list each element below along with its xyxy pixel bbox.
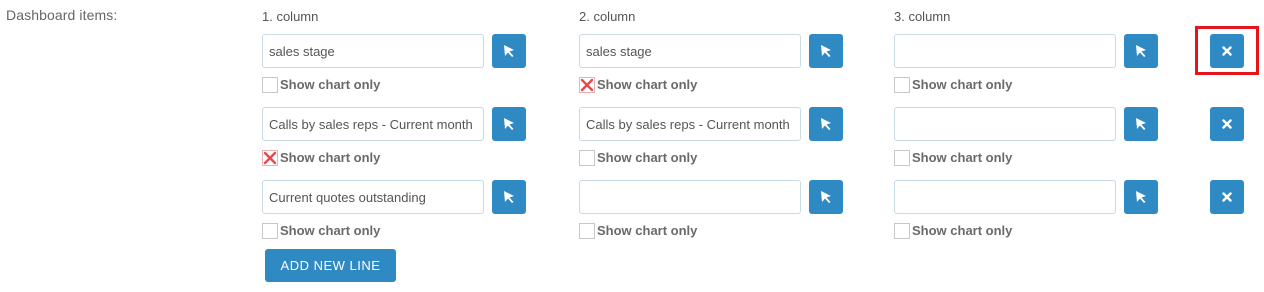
show-chart-only-label: Show chart only [597,77,698,92]
cursor-arrow-icon [1134,44,1148,58]
select-item-button-r3-c2[interactable] [809,180,843,214]
select-item-button-r2-c2[interactable] [809,107,843,141]
show-chart-only-option-r3-c1: Show chart only [262,222,380,239]
column-header-2: 2. column [579,9,636,24]
select-item-button-r1-c3[interactable] [1124,34,1158,68]
close-icon [1222,119,1232,129]
item-input-r3-c1[interactable] [262,180,484,214]
cursor-arrow-icon [819,190,833,204]
show-chart-only-option-r1-c3: Show chart only [894,76,1012,93]
show-chart-only-label: Show chart only [597,223,698,238]
item-input-r3-c2[interactable] [579,180,801,214]
show-chart-only-label: Show chart only [280,77,381,92]
cursor-arrow-icon [502,190,516,204]
show-chart-only-label: Show chart only [597,150,698,165]
show-chart-only-label: Show chart only [912,150,1013,165]
show-chart-only-option-r3-c2: Show chart only [579,222,697,239]
cursor-arrow-icon [1134,190,1148,204]
cursor-arrow-icon [502,44,516,58]
column-header-1: 1. column [262,9,319,24]
item-input-r2-c1[interactable] [262,107,484,141]
show-chart-only-label: Show chart only [912,77,1013,92]
remove-row-button-3[interactable] [1210,180,1244,214]
select-item-button-r3-c3[interactable] [1124,180,1158,214]
show-chart-only-option-r2-c3: Show chart only [894,149,1012,166]
item-input-r2-c3[interactable] [894,107,1116,141]
item-input-r1-c3[interactable] [894,34,1116,68]
cursor-arrow-icon [819,44,833,58]
show-chart-only-label: Show chart only [912,223,1013,238]
item-input-r1-c1[interactable] [262,34,484,68]
cursor-arrow-icon [502,117,516,131]
show-chart-only-option-r2-c2: Show chart only [579,149,697,166]
show-chart-only-checkbox[interactable] [262,149,278,166]
show-chart-only-option-r1-c2: Show chart only [579,76,697,93]
select-item-button-r1-c1[interactable] [492,34,526,68]
show-chart-only-checkbox[interactable] [579,149,595,166]
cursor-arrow-icon [1134,117,1148,131]
show-chart-only-checkbox[interactable] [894,149,910,166]
item-input-r1-c2[interactable] [579,34,801,68]
add-new-line-button[interactable]: ADD NEW LINE [265,249,396,282]
show-chart-only-option-r1-c1: Show chart only [262,76,380,93]
show-chart-only-checkbox[interactable] [579,222,595,239]
dashboard-items-form: Dashboard items: 1. column 2. column 3. … [0,0,1264,292]
remove-row-button-2[interactable] [1210,107,1244,141]
show-chart-only-checkbox[interactable] [894,222,910,239]
close-icon [1222,192,1232,202]
section-label: Dashboard items: [6,7,118,23]
show-chart-only-checkbox[interactable] [579,76,595,93]
show-chart-only-checkbox[interactable] [262,76,278,93]
show-chart-only-checkbox[interactable] [894,76,910,93]
item-input-r3-c3[interactable] [894,180,1116,214]
show-chart-only-checkbox[interactable] [262,222,278,239]
select-item-button-r2-c3[interactable] [1124,107,1158,141]
x-mark-icon [263,151,277,165]
select-item-button-r2-c1[interactable] [492,107,526,141]
show-chart-only-label: Show chart only [280,223,381,238]
select-item-button-r3-c1[interactable] [492,180,526,214]
remove-row-button-1[interactable] [1210,34,1244,68]
select-item-button-r1-c2[interactable] [809,34,843,68]
show-chart-only-option-r2-c1: Show chart only [262,149,380,166]
cursor-arrow-icon [819,117,833,131]
item-input-r2-c2[interactable] [579,107,801,141]
column-header-3: 3. column [894,9,951,24]
show-chart-only-option-r3-c3: Show chart only [894,222,1012,239]
x-mark-icon [580,78,594,92]
show-chart-only-label: Show chart only [280,150,381,165]
close-icon [1222,46,1232,56]
